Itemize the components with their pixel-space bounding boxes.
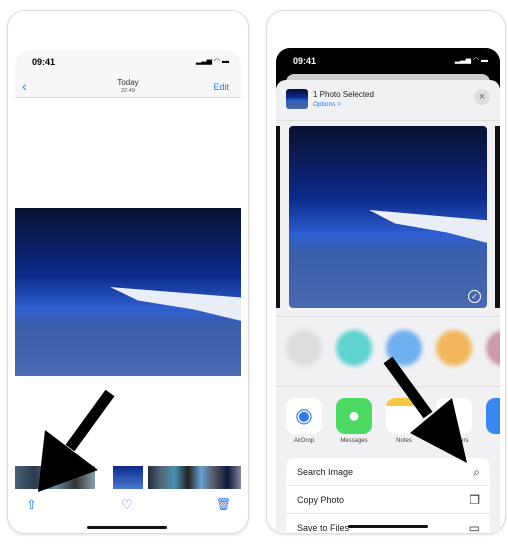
arrow-to-search-image	[383, 356, 467, 463]
arrow-overlay	[38, 356, 467, 492]
arrow-to-share-icon	[38, 389, 115, 492]
